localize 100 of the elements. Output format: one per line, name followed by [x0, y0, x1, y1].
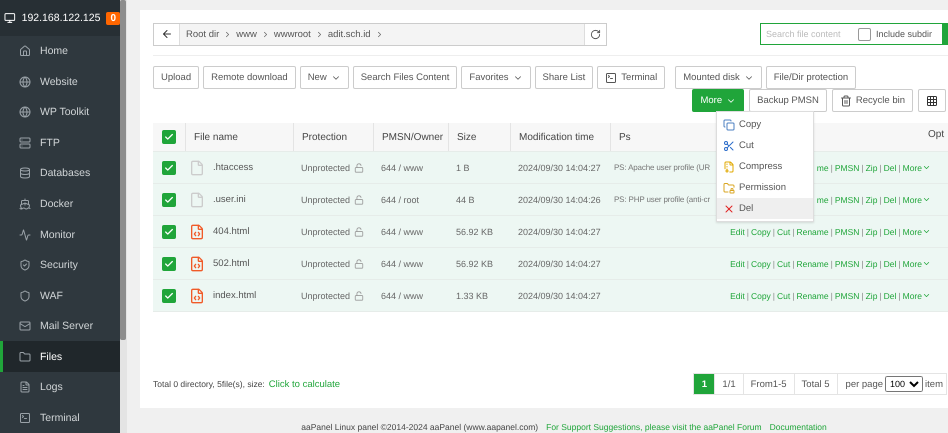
action-link[interactable]: PMSN	[834, 226, 860, 236]
toolbar-button[interactable]: Recycle bin	[832, 89, 913, 112]
sidebar-item[interactable]: Security	[0, 250, 120, 280]
refresh-button[interactable]	[584, 24, 606, 44]
action-link[interactable]: Copy	[750, 226, 771, 236]
sidebar-item[interactable]: WAF	[0, 280, 120, 311]
action-link[interactable]: me	[816, 194, 829, 204]
action-link[interactable]: PMSN	[834, 290, 860, 300]
protection-status[interactable]: Unprotected	[293, 226, 373, 236]
row-checkbox[interactable]	[162, 256, 176, 270]
toolbar-button[interactable]: More	[692, 89, 744, 112]
toolbar-button[interactable]: Favorites	[461, 66, 530, 89]
sidebar-item[interactable]: Logs	[0, 372, 120, 402]
action-link[interactable]: Edit	[730, 226, 745, 236]
action-link[interactable]: Rename	[796, 258, 829, 268]
action-link[interactable]: PMSN	[834, 162, 860, 172]
toolbar-button[interactable]: Backup PMSN	[749, 89, 827, 112]
menu-item[interactable]: Cut	[717, 135, 813, 156]
toolbar-button[interactable]: Share List	[534, 66, 594, 89]
row-checkbox[interactable]	[162, 288, 176, 302]
toolbar-button[interactable]: New	[300, 66, 349, 89]
protection-status[interactable]: Unprotected	[293, 194, 373, 204]
action-link[interactable]: More	[902, 162, 931, 172]
separator: |	[772, 226, 776, 236]
search-bar[interactable]: Search file content Include subdir	[760, 23, 948, 45]
file-name[interactable]: .user.ini	[213, 194, 246, 205]
action-link[interactable]: Copy	[750, 258, 771, 268]
action-link[interactable]: Zip	[866, 162, 878, 172]
file-name[interactable]: index.html	[213, 290, 256, 301]
action-link[interactable]: PMSN	[834, 194, 860, 204]
menu-item[interactable]: Copy	[717, 114, 813, 135]
per-page-select[interactable]: 100	[885, 376, 924, 392]
breadcrumb-link[interactable]: www	[236, 28, 257, 40]
protection-status[interactable]: Unprotected	[293, 258, 373, 268]
action-link[interactable]: Cut	[777, 226, 790, 236]
caret-icon	[922, 163, 931, 172]
sidebar-item[interactable]: WP Toolkit	[0, 97, 120, 128]
checkbox[interactable]	[858, 28, 871, 40]
action-link[interactable]: Zip	[866, 194, 878, 204]
sidebar-item[interactable]: Terminal	[0, 402, 120, 433]
sidebar-item[interactable]: Website	[0, 66, 120, 98]
toolbar-button[interactable]: Terminal	[597, 66, 666, 89]
action-link[interactable]: Del	[884, 194, 896, 204]
calculate-link[interactable]: Click to calculate	[268, 378, 340, 390]
breadcrumb-link[interactable]: adit.sch.id	[328, 28, 371, 40]
action-link[interactable]: Del	[884, 226, 896, 236]
toolbar-button[interactable]: Upload	[153, 66, 200, 89]
toolbar-button[interactable]: Search Files Content	[352, 66, 458, 89]
toolbar-button[interactable]: Remote download	[203, 66, 296, 89]
toolbar-button[interactable]: Mounted disk	[675, 66, 762, 89]
sidebar-item[interactable]: Databases	[0, 158, 120, 189]
sidebar-item[interactable]: Home	[0, 36, 120, 67]
action-link[interactable]: Rename	[796, 290, 829, 300]
action-link[interactable]: Edit	[730, 258, 745, 268]
notification-badge[interactable]: 0	[106, 12, 120, 25]
grid-view-button[interactable]	[918, 89, 946, 112]
action-link[interactable]: More	[902, 194, 931, 204]
action-link[interactable]: Rename	[796, 226, 829, 236]
sidebar-item[interactable]: FTP	[0, 128, 120, 158]
back-button[interactable]	[154, 24, 180, 44]
scrollbar-thumb[interactable]	[120, 0, 126, 340]
action-link[interactable]: Edit	[730, 290, 745, 300]
protection-status[interactable]: Unprotected	[293, 162, 373, 172]
action-link[interactable]: Zip	[866, 290, 878, 300]
row-checkbox[interactable]	[162, 224, 176, 238]
select-all-checkbox[interactable]	[162, 130, 176, 144]
menu-item[interactable]: Compress	[717, 156, 813, 177]
action-link[interactable]: Cut	[777, 258, 790, 268]
action-link[interactable]: Zip	[866, 258, 878, 268]
action-link[interactable]: More	[902, 258, 931, 268]
file-name[interactable]: 404.html	[213, 226, 250, 237]
action-link[interactable]: More	[902, 226, 931, 236]
close-icon	[723, 202, 735, 214]
sidebar-item[interactable]: Mail Server	[0, 310, 120, 342]
action-link[interactable]: Copy	[750, 290, 771, 300]
action-link[interactable]: Zip	[866, 226, 878, 236]
action-link[interactable]: Del	[884, 290, 896, 300]
file-name[interactable]: .htaccess	[213, 162, 254, 173]
action-link[interactable]: More	[902, 290, 931, 300]
sidebar-item[interactable]: Monitor	[0, 219, 120, 250]
table-cell-text: 56.92 KB	[455, 258, 494, 268]
action-link[interactable]: Del	[884, 162, 896, 172]
row-checkbox[interactable]	[162, 192, 176, 206]
footer-link[interactable]: Documentation	[770, 422, 827, 432]
footer-link[interactable]: For Support Suggestions, please visit the aaPanel Forum	[546, 422, 762, 432]
breadcrumb-link[interactable]: wwwroot	[274, 28, 311, 40]
page-button[interactable]: 1	[694, 374, 714, 394]
sidebar-item[interactable]: Docker	[0, 188, 120, 220]
toolbar-button[interactable]: File/Dir protection	[766, 66, 856, 89]
action-link[interactable]: me	[816, 162, 829, 172]
action-link[interactable]: Cut	[777, 290, 790, 300]
menu-item[interactable]: Permission	[717, 177, 813, 198]
action-link[interactable]: PMSN	[834, 258, 860, 268]
file-name[interactable]: 502.html	[213, 258, 250, 269]
menu-item[interactable]: Del	[717, 198, 813, 219]
protection-status[interactable]: Unprotected	[293, 290, 373, 300]
breadcrumb-link[interactable]: Root dir	[186, 28, 220, 40]
row-checkbox[interactable]	[162, 160, 176, 174]
sidebar-item[interactable]: Files	[0, 341, 120, 372]
action-link[interactable]: Del	[884, 258, 896, 268]
